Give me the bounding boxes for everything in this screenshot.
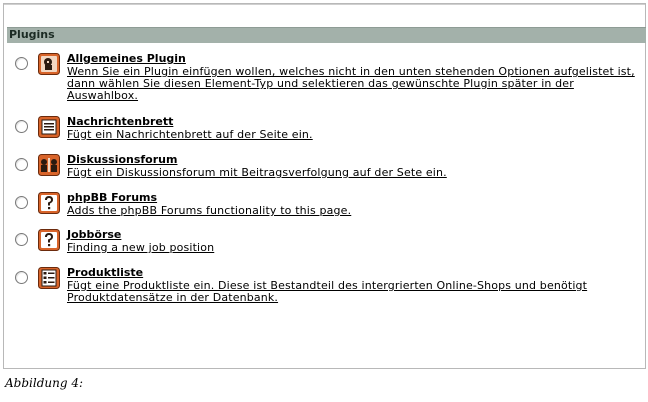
plugin-title[interactable]: Produktliste	[67, 266, 640, 280]
plugin-item-nachrichtenbrett: Nachrichtenbrett Fügt ein Nachrichtenbre…	[15, 115, 640, 153]
plugin-title[interactable]: Nachrichtenbrett	[67, 115, 640, 129]
panel-header: Plugins	[7, 27, 646, 43]
plugin-item-produktliste: Produktliste Fügt eine Produktliste ein.…	[15, 266, 640, 316]
discussion-forum-icon	[38, 154, 60, 176]
question-mark-icon	[38, 192, 60, 214]
radio-jobboerse[interactable]	[15, 233, 28, 246]
plugin-description: Fügt ein Nachrichtenbrett auf der Seite …	[67, 128, 313, 141]
question-mark-icon	[38, 229, 60, 251]
plugin-title[interactable]: Diskussionsforum	[67, 153, 640, 167]
radio-allgemeines-plugin[interactable]	[15, 57, 28, 70]
radio-phpbb-forums[interactable]	[15, 196, 28, 209]
radio-diskussionsforum[interactable]	[15, 158, 28, 171]
plugin-item-allgemeines-plugin: Allgemeines Plugin Wenn Sie ein Plugin e…	[15, 52, 640, 115]
plugin-title[interactable]: Jobbörse	[67, 228, 640, 242]
plugin-title[interactable]: phpBB Forums	[67, 191, 640, 205]
plugin-description: Adds the phpBB Forums functionality to t…	[67, 204, 352, 217]
plugin-description: Fügt eine Produktliste ein. Diese ist Be…	[67, 279, 588, 304]
plugin-title[interactable]: Allgemeines Plugin	[67, 52, 640, 66]
top-divider	[4, 4, 645, 5]
radio-produktliste[interactable]	[15, 271, 28, 284]
plugin-list: Allgemeines Plugin Wenn Sie ein Plugin e…	[15, 52, 640, 316]
plugin-description: Finding a new job position	[67, 241, 215, 254]
plugin-description: Wenn Sie ein Plugin einfügen wollen, wel…	[67, 65, 635, 102]
message-board-icon	[38, 116, 60, 138]
plugin-item-diskussionsforum: Diskussionsforum Fügt ein Diskussionsfor…	[15, 153, 640, 191]
radio-nachrichtenbrett[interactable]	[15, 120, 28, 133]
generic-plugin-icon	[38, 53, 60, 75]
product-list-icon	[38, 267, 60, 289]
figure-caption: Abbildung 4:	[5, 376, 84, 390]
plugin-item-jobboerse: Jobbörse Finding a new job position	[15, 228, 640, 266]
plugin-item-phpbb-forums: phpBB Forums Adds the phpBB Forums funct…	[15, 191, 640, 228]
plugin-description: Fügt ein Diskussionsforum mit Beitragsve…	[67, 166, 447, 179]
